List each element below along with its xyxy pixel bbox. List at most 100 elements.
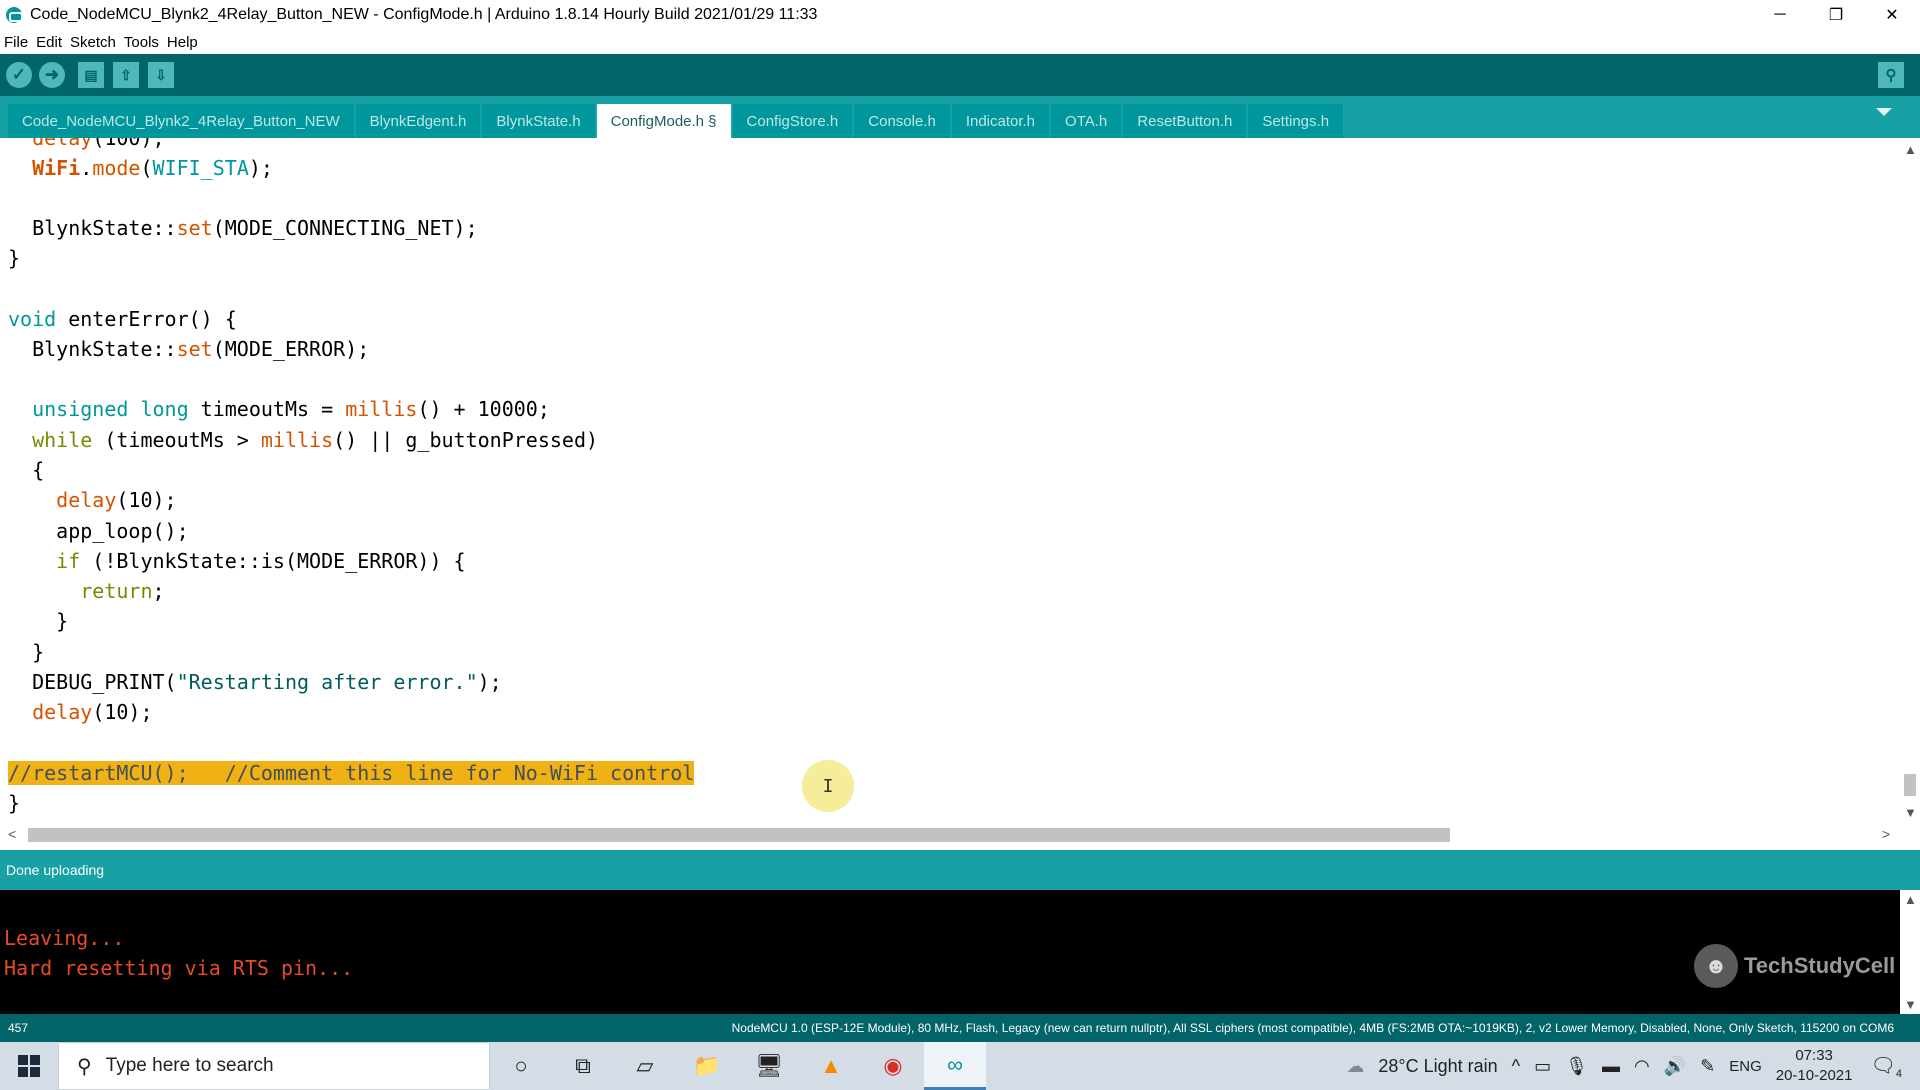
battery-icon[interactable]: ▬ (1602, 1056, 1620, 1077)
tab-configstore[interactable]: ConfigStore.h (732, 104, 853, 138)
scroll-down-icon[interactable]: ▼ (1904, 997, 1917, 1012)
menu-tools[interactable]: Tools (124, 34, 159, 51)
console-line: Leaving... (4, 926, 125, 950)
tab-console[interactable]: Console.h (854, 104, 950, 138)
new-sketch-button[interactable]: ▤ (78, 62, 104, 88)
start-button[interactable] (0, 1042, 58, 1090)
code-line: unsigned long timeoutMs = millis() + 100… (32, 397, 550, 421)
tab-blynkedgent[interactable]: BlynkEdgent.h (355, 104, 481, 138)
scroll-left-icon[interactable]: < (8, 826, 16, 842)
tab-resetbutton[interactable]: ResetButton.h (1123, 104, 1247, 138)
selected-comment: //restartMCU(); //Comment this line for … (8, 761, 695, 785)
tab-menu-dropdown-icon[interactable] (1876, 108, 1892, 116)
scroll-up-icon[interactable]: ▲ (1904, 892, 1917, 907)
console-line: Hard resetting via RTS pin... (4, 956, 354, 980)
tab-ota[interactable]: OTA.h (1051, 104, 1122, 138)
file-explorer-icon[interactable]: 📁 (676, 1042, 738, 1090)
system-tray: ☁ 28°C Light rain ^ ▭ 🎙 ▬ ◠ 🔊 ✎ ENG 07:3… (1346, 1042, 1920, 1090)
code-line: while (timeoutMs > millis() || g_buttonP… (32, 428, 599, 452)
code-line: delay(10); (32, 700, 153, 724)
code-line: void enterError() { (8, 307, 237, 331)
code-line: if (!BlynkState::is(MODE_ERROR)) { (56, 549, 466, 573)
scrollbar-thumb[interactable] (28, 828, 1450, 842)
menu-edit[interactable]: Edit (36, 34, 62, 51)
watermark: ☻ TechStudyCell (1694, 944, 1895, 988)
notification-icon[interactable]: 🗨4 (1870, 1053, 1902, 1080)
text-cursor-icon: I (802, 760, 854, 812)
menu-help[interactable]: Help (167, 34, 198, 51)
clock-time: 07:33 (1795, 1047, 1833, 1064)
language-indicator[interactable]: ENG (1729, 1058, 1762, 1075)
verify-button[interactable]: ✓ (6, 62, 32, 88)
taskbar-search-box[interactable]: ⚲ Type here to search (58, 1042, 490, 1090)
tab-indicator[interactable]: Indicator.h (951, 104, 1050, 138)
chevron-up-icon[interactable]: ^ (1512, 1056, 1520, 1077)
clock[interactable]: 07:33 20-10-2021 (1776, 1046, 1853, 1086)
pen-icon[interactable]: ✎ (1700, 1056, 1715, 1077)
code-line: } (8, 609, 69, 633)
board-info: NodeMCU 1.0 (ESP-12E Module), 80 MHz, Fl… (731, 1021, 1894, 1035)
menu-bar: File Edit Sketch Tools Help (0, 30, 1920, 54)
menu-file[interactable]: File (4, 34, 28, 51)
chrome-icon[interactable]: ◉ (862, 1042, 924, 1090)
tab-main-sketch[interactable]: Code_NodeMCU_Blynk2_4Relay_Button_NEW (8, 104, 354, 138)
notification-count: 4 (1895, 1067, 1902, 1080)
code-line: return; (80, 579, 165, 603)
code-line: DEBUG_PRINT("Restarting after error."); (8, 670, 502, 694)
editor-horizontal-scrollbar[interactable]: < > (0, 824, 1900, 846)
weather-text[interactable]: 28°C Light rain (1378, 1056, 1497, 1077)
vlc-icon[interactable]: ▲ (800, 1042, 862, 1090)
code-line: delay(10); (56, 488, 177, 512)
watermark-logo-icon: ☻ (1694, 944, 1738, 988)
status-message: Done uploading (6, 862, 105, 878)
scroll-down-icon[interactable]: ▼ (1904, 805, 1917, 820)
watermark-text: TechStudyCell (1744, 953, 1896, 978)
tab-configmode[interactable]: ConfigMode.h § (596, 104, 731, 138)
code-line: WiFi.mode(WIFI_STA); (32, 156, 273, 180)
minimize-button[interactable]: ─ (1752, 0, 1808, 30)
upload-button[interactable]: ➜ (39, 62, 65, 88)
microphone-icon[interactable]: 🎙 (1565, 1056, 1588, 1077)
close-button[interactable]: ✕ (1864, 0, 1920, 30)
title-bar: Code_NodeMCU_Blynk2_4Relay_Button_NEW - … (0, 0, 1920, 30)
code-line: } (8, 791, 21, 815)
wifi-icon[interactable]: ◠ (1634, 1056, 1650, 1077)
task-view-icon[interactable]: ⧉ (552, 1042, 614, 1090)
windows-logo-icon (18, 1055, 40, 1077)
code-line: { (8, 458, 45, 482)
code-line-selected: //restartMCU(); //Comment this line for … (8, 758, 695, 788)
editor-vertical-scrollbar[interactable]: ▲ ▼ (1900, 138, 1920, 824)
weather-icon[interactable]: ☁ (1346, 1056, 1364, 1077)
tab-settings[interactable]: Settings.h (1248, 104, 1344, 138)
maximize-button[interactable]: ❐ (1808, 0, 1864, 30)
cortana-icon[interactable]: ○ (490, 1042, 552, 1090)
arduino-logo-icon (6, 7, 23, 23)
code-line: } (8, 246, 21, 270)
search-icon: ⚲ (77, 1055, 92, 1078)
console-output: Leaving... Hard resetting via RTS pin... (0, 890, 1900, 1014)
tab-blynkstate[interactable]: BlynkState.h (482, 104, 595, 138)
code-editor[interactable]: delay(100); WiFi.mode(WIFI_STA); BlynkSt… (0, 138, 1900, 824)
status-bar: Done uploading (0, 850, 1920, 890)
clock-date: 20-10-2021 (1775, 1067, 1853, 1084)
computer-icon[interactable]: 🖥 (738, 1042, 800, 1090)
toolbar: ✓ ➜ ▤ ⇧ ⇩ ⚲ (0, 54, 1920, 96)
meet-now-icon[interactable]: ▭ (1534, 1056, 1551, 1077)
app-icon[interactable]: ▱ (614, 1042, 676, 1090)
save-button[interactable]: ⇩ (148, 62, 174, 88)
arduino-taskbar-icon[interactable]: ∞ (924, 1042, 986, 1090)
menu-sketch[interactable]: Sketch (70, 34, 116, 51)
scrollbar-thumb[interactable] (1904, 774, 1916, 796)
open-button[interactable]: ⇧ (113, 62, 139, 88)
code-line: delay(100); (32, 138, 165, 150)
console-scrollbar[interactable]: ▲ ▼ (1900, 890, 1920, 1014)
window-title: Code_NodeMCU_Blynk2_4Relay_Button_NEW - … (30, 6, 818, 23)
volume-icon[interactable]: 🔊 (1664, 1056, 1686, 1077)
serial-monitor-button[interactable]: ⚲ (1878, 62, 1904, 88)
code-line: BlynkState::set(MODE_ERROR); (8, 337, 370, 361)
window-controls: ─ ❐ ✕ (1752, 0, 1920, 30)
tab-bar: Code_NodeMCU_Blynk2_4Relay_Button_NEW Bl… (0, 96, 1920, 138)
scroll-right-icon[interactable]: > (1882, 826, 1890, 842)
scroll-up-icon[interactable]: ▲ (1904, 142, 1917, 157)
code-line: } (8, 640, 45, 664)
